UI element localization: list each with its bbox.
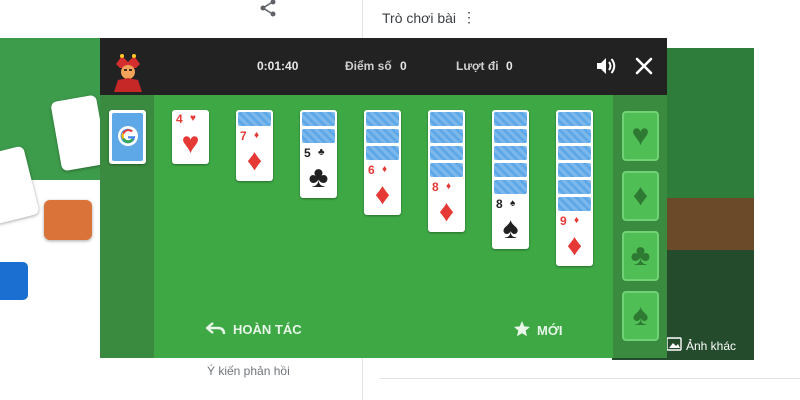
close-icon[interactable]: [632, 54, 656, 78]
card-back[interactable]: [302, 112, 335, 126]
more-images-label: Ảnh khác: [686, 338, 737, 353]
tableau-column-2[interactable]: 7 ♦ ♦: [236, 110, 273, 181]
more-images-link[interactable]: Ảnh khác: [666, 336, 736, 355]
card-back[interactable]: [366, 129, 399, 143]
score-label: Điểm số: [345, 59, 392, 73]
bottom-divider: [380, 378, 800, 379]
foundation-clubs[interactable]: ♣: [622, 231, 659, 281]
solitaire-game: 0:01:40 Điểm số 0 Lượt đi 0 4 ♥ ♥ 7 ♦ ♦ 5 ♣ ♣ 6 ♦ ♦…: [100, 38, 667, 358]
foundation-diamonds[interactable]: ♦: [622, 171, 659, 221]
card-suit-large: ♦: [246, 144, 263, 177]
card-suit-small: ♥: [190, 113, 196, 124]
right-panel-title: Trò chơi bài: [382, 10, 457, 26]
card-suit-small: ♦: [446, 181, 452, 192]
clubs-icon: ♣: [630, 239, 651, 272]
card-suit-large: ♠: [502, 212, 519, 245]
tableau-column-3[interactable]: 5 ♣ ♣: [300, 110, 337, 198]
card-back[interactable]: [430, 129, 463, 143]
undo-icon: [205, 320, 227, 339]
card-suit-small: ♣: [318, 147, 325, 158]
star-icon: [513, 320, 531, 341]
tableau-column-7[interactable]: 9 ♦ ♦: [556, 110, 593, 266]
card-back[interactable]: [366, 112, 399, 126]
score-value: 0: [400, 59, 407, 73]
moves-value: 0: [506, 59, 513, 73]
tableau-column-4[interactable]: 6 ♦ ♦: [364, 110, 401, 215]
foundation-hearts[interactable]: ♥: [622, 111, 659, 161]
card-suit-small: ♦: [382, 164, 388, 175]
card-back[interactable]: [430, 163, 463, 177]
card-suit-large: ♦: [438, 195, 455, 228]
card-suit-large: ♥: [181, 127, 200, 160]
card-back[interactable]: [430, 112, 463, 126]
card-back[interactable]: [238, 112, 271, 126]
new-game-label: MỚI: [537, 323, 563, 338]
card-rank: 8: [496, 197, 503, 211]
diamonds-icon: ♦: [632, 179, 649, 212]
card-back[interactable]: [558, 146, 591, 160]
volume-icon[interactable]: [594, 54, 618, 78]
undo-button[interactable]: HOÀN TÁC: [205, 320, 302, 339]
jester-mascot-icon: [108, 52, 148, 92]
card-suit-large: ♦: [374, 178, 391, 211]
hero-card-2: [50, 94, 100, 172]
card-back[interactable]: [558, 180, 591, 194]
card-back[interactable]: [558, 163, 591, 177]
hearts-icon: ♥: [631, 119, 650, 152]
moves-label: Lượt đi: [456, 59, 499, 73]
card-rank: 9: [560, 214, 567, 228]
share-icon[interactable]: [258, 0, 278, 23]
hero-card-3: [0, 180, 40, 225]
tableau-column-5[interactable]: 8 ♦ ♦: [428, 110, 465, 232]
card-rank: 5: [304, 146, 311, 160]
tableau-column-1[interactable]: 4 ♥ ♥: [172, 110, 209, 164]
card-back[interactable]: [494, 129, 527, 143]
card-back[interactable]: [494, 180, 527, 194]
card-rank: 6: [368, 163, 375, 177]
more-vert-icon[interactable]: ⋮: [462, 9, 476, 26]
hero-treasure-chest: [44, 200, 92, 240]
foundation-spades[interactable]: ♠: [622, 291, 659, 341]
card-back[interactable]: [494, 146, 527, 160]
card-back[interactable]: [558, 197, 591, 211]
timer: 0:01:40: [257, 59, 299, 73]
card-back[interactable]: [366, 146, 399, 160]
card-back[interactable]: [494, 112, 527, 126]
tableau-column-6[interactable]: 8 ♠ ♠: [492, 110, 529, 249]
card-suit-small: ♠: [510, 198, 516, 209]
undo-label: HOÀN TÁC: [233, 322, 302, 337]
google-g-icon: [118, 126, 138, 146]
card-suit-small: ♦: [574, 215, 580, 226]
stock-card-back: [112, 113, 143, 161]
card-suit-small: ♦: [254, 130, 260, 141]
stock-pile[interactable]: [109, 110, 146, 164]
feedback-link[interactable]: Ý kiến phản hồi: [207, 364, 290, 378]
play-button[interactable]: [0, 262, 28, 300]
card-back[interactable]: [302, 129, 335, 143]
new-game-button[interactable]: MỚI: [513, 320, 563, 341]
card-back[interactable]: [430, 146, 463, 160]
game-top-bar: 0:01:40 Điểm số 0 Lượt đi 0: [100, 38, 667, 95]
card-back[interactable]: [558, 112, 591, 126]
card-rank: 4: [176, 112, 183, 126]
image-icon: [666, 336, 682, 355]
card-rank: 8: [432, 180, 439, 194]
card-suit-large: ♣: [308, 161, 329, 194]
card-back[interactable]: [494, 163, 527, 177]
card-suit-large: ♦: [566, 229, 583, 262]
spades-icon: ♠: [632, 299, 649, 332]
card-rank: 7: [240, 129, 247, 143]
card-back[interactable]: [558, 129, 591, 143]
